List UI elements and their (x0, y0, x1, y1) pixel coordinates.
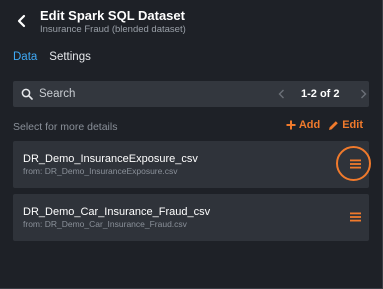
list-item[interactable]: DR_Demo_Car_Insurance_Fraud_csv from: DR… (13, 194, 369, 241)
dataset-source: from: DR_Demo_InsuranceExposure.csv (23, 166, 178, 176)
search-input[interactable] (39, 88, 259, 100)
item-menu-button[interactable] (347, 157, 363, 171)
tab-data[interactable]: Data (13, 51, 37, 63)
hamburger-menu-icon (349, 159, 361, 169)
dataset-source: from: DR_Demo_Car_Insurance_Fraud.csv (23, 219, 187, 229)
edit-button[interactable]: Edit (328, 119, 363, 131)
list-hint: Select for more details (13, 121, 118, 133)
hamburger-menu-icon (349, 212, 361, 222)
dataset-name: DR_Demo_Car_Insurance_Fraud_csv (23, 206, 211, 218)
add-label: Add (298, 119, 321, 131)
pagination-status: 1-2 of 2 (301, 88, 340, 100)
tab-settings[interactable]: Settings (49, 51, 91, 63)
chevron-left-icon (17, 14, 26, 28)
search-bar: 1-2 of 2 (13, 81, 369, 107)
header: Edit Spark SQL Dataset Insurance Fraud (… (0, 0, 383, 42)
search-field (13, 81, 268, 107)
back-button[interactable] (12, 11, 32, 31)
chevron-left-icon (278, 89, 284, 99)
search-icon (21, 88, 33, 100)
edit-label: Edit (342, 119, 363, 131)
plus-icon (286, 120, 296, 130)
list-actions: Add Edit (286, 119, 363, 131)
tab-bar: Data Settings (13, 51, 91, 63)
pencil-icon (329, 120, 339, 130)
list-item[interactable]: DR_Demo_InsuranceExposure_csv from: DR_D… (13, 141, 371, 188)
panel: Edit Spark SQL Dataset Insurance Fraud (… (0, 0, 383, 289)
dataset-name: DR_Demo_InsuranceExposure_csv (23, 153, 198, 165)
page-title: Edit Spark SQL Dataset (40, 8, 185, 23)
add-button[interactable]: Add (286, 119, 320, 131)
previous-page-button[interactable] (275, 87, 287, 101)
next-page-button[interactable] (357, 87, 369, 101)
item-menu-button[interactable] (347, 210, 363, 224)
chevron-right-icon (360, 89, 366, 99)
page-subtitle: Insurance Fraud (blended dataset) (40, 24, 186, 35)
